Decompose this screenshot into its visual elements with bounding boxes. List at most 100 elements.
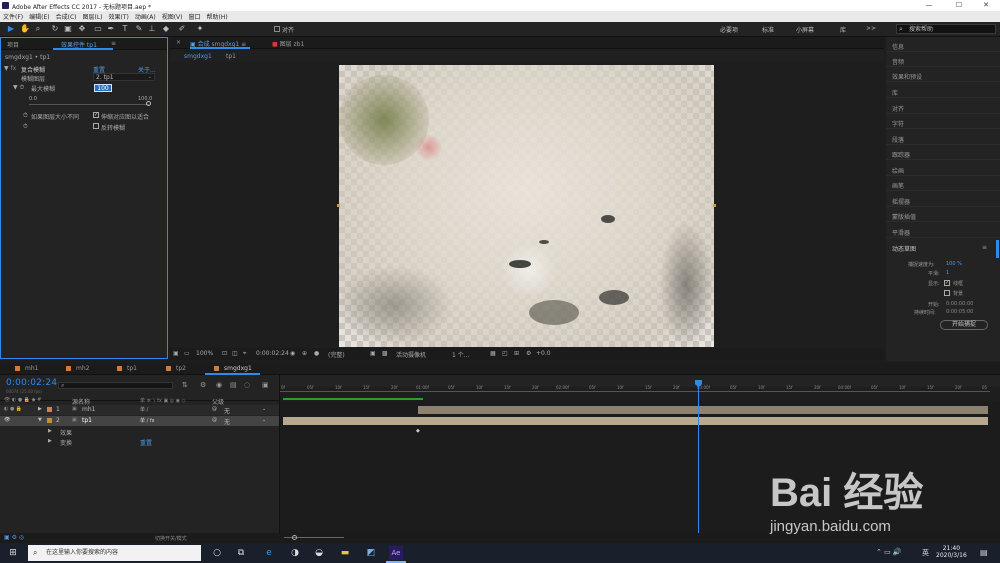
layer-switch-icons[interactable]: ◐ ● 🔒 bbox=[4, 406, 22, 412]
composition-artwork[interactable] bbox=[339, 65, 714, 347]
transform-expand-icon[interactable]: ▶ bbox=[48, 438, 52, 444]
workspace-more-button[interactable]: >> bbox=[866, 25, 876, 32]
rectangle-tool-icon[interactable]: ▭ bbox=[93, 24, 103, 34]
pan-behind-tool-icon[interactable]: ✥ bbox=[77, 24, 87, 34]
transform-group-label[interactable]: 变换 bbox=[60, 438, 72, 447]
views-dropdown[interactable]: 1 个... bbox=[452, 350, 469, 359]
color-icon[interactable]: ● bbox=[314, 350, 319, 357]
pickwhip-icon[interactable]: @ bbox=[212, 406, 217, 412]
max-blur-slider-track[interactable] bbox=[29, 104, 149, 105]
file-explorer-icon[interactable]: ▬ bbox=[338, 546, 352, 560]
always-preview-icon[interactable]: ▣ bbox=[173, 350, 179, 357]
toggle-icon[interactable]: ⌖ bbox=[243, 350, 246, 358]
transparency-icon[interactable]: ▩ bbox=[382, 350, 388, 357]
max-blur-value-field[interactable]: 100 bbox=[94, 84, 112, 92]
panel-libraries[interactable]: 库 bbox=[892, 88, 898, 97]
work-area-bar[interactable] bbox=[280, 391, 990, 392]
invert-checkbox[interactable] bbox=[93, 123, 99, 129]
menu-help[interactable]: 帮助(H) bbox=[207, 12, 228, 21]
shy-layers-icon[interactable]: ◉ bbox=[216, 381, 222, 389]
panel-info[interactable]: 信息 bbox=[892, 42, 904, 51]
capture-speed-value[interactable]: 100 % bbox=[946, 261, 962, 267]
maximize-button[interactable]: ☐ bbox=[945, 1, 973, 10]
panel-align[interactable]: 对齐 bbox=[892, 104, 904, 113]
stretch-checkbox[interactable]: ✓ bbox=[93, 112, 99, 118]
visibility-eye-icon[interactable]: 👁 bbox=[4, 417, 10, 423]
zoom-tool-icon[interactable]: ⌕ bbox=[33, 24, 43, 34]
background-checkbox[interactable] bbox=[944, 290, 950, 296]
workspace-small-screen[interactable]: 小屏幕 bbox=[796, 25, 814, 34]
panel-audio[interactable]: 音频 bbox=[892, 57, 904, 66]
frame-blending-icon[interactable]: ▤ bbox=[230, 381, 237, 389]
invert-stopwatch-icon[interactable]: ⏱ bbox=[23, 123, 28, 131]
pickwhip-icon[interactable]: @ bbox=[212, 417, 217, 423]
subtab-comp[interactable]: smgdxg1 bbox=[184, 53, 212, 60]
keyframe-icon[interactable]: ◆ bbox=[416, 428, 420, 434]
expand-arrow-icon[interactable]: ▼ bbox=[38, 417, 42, 423]
transform-reset-link[interactable]: 重置 bbox=[140, 438, 152, 447]
menu-file[interactable]: 文件(F) bbox=[3, 12, 23, 21]
align-checkbox[interactable] bbox=[274, 26, 280, 32]
menu-window[interactable]: 窗口 bbox=[188, 12, 200, 21]
notification-icon[interactable]: ▤ bbox=[980, 548, 988, 557]
channel-icon[interactable]: ⊕ bbox=[302, 350, 307, 357]
app-icon[interactable]: ◒ bbox=[312, 546, 326, 560]
tray-icons[interactable]: ⌃ ▭ 🔊 bbox=[876, 548, 902, 556]
graph-editor-icon[interactable]: ▣ bbox=[262, 381, 269, 389]
layer-name[interactable]: mh1 bbox=[82, 406, 95, 413]
start-capture-button[interactable]: 开始捕捉 bbox=[940, 320, 988, 330]
camera-tool-icon[interactable]: ▣ bbox=[63, 24, 73, 34]
effect-expand-icon[interactable]: ▼ fx bbox=[4, 65, 16, 72]
footer-icons[interactable]: ▣ ⚙ ◎ bbox=[4, 534, 24, 541]
timeline-tab-mh1[interactable]: mh1 bbox=[25, 365, 38, 372]
zoom-slider-handle[interactable] bbox=[292, 535, 297, 540]
hand-tool-icon[interactable]: ✋ bbox=[20, 24, 30, 34]
workspace-standard[interactable]: 标准 bbox=[762, 25, 774, 34]
current-time-field[interactable]: 0:00:02:24 bbox=[256, 350, 289, 357]
puppet-tool-icon[interactable]: ✦ bbox=[195, 24, 205, 34]
close-button[interactable]: ✕ bbox=[972, 1, 1000, 10]
panel-effects-presets[interactable]: 效果和预设 bbox=[892, 72, 922, 81]
panel-mask-interpolation[interactable]: 蒙版插值 bbox=[892, 212, 916, 221]
layer-name[interactable]: tp1 bbox=[82, 417, 92, 424]
blur-layer-dropdown[interactable]: 2. tp1 ⌄ bbox=[93, 73, 155, 81]
3d-icon[interactable]: ◰ bbox=[502, 350, 508, 357]
parent-dropdown[interactable]: 无 bbox=[224, 406, 230, 415]
camera-dropdown[interactable]: 活动摄像机 bbox=[396, 350, 426, 359]
task-view-icon[interactable]: ⧉ bbox=[234, 546, 248, 560]
menu-animation[interactable]: 动画(A) bbox=[135, 12, 156, 21]
layer-bar-mh1[interactable] bbox=[418, 406, 988, 414]
selection-tool-icon[interactable]: ▶ bbox=[6, 24, 16, 34]
layer-handle-right[interactable] bbox=[713, 204, 716, 207]
expand-arrow-icon[interactable]: ▶ bbox=[38, 406, 42, 412]
resolution-dropdown[interactable]: (完整) bbox=[328, 350, 345, 359]
fit-icon[interactable]: ⊡ bbox=[222, 350, 227, 357]
edge-browser-icon[interactable]: e bbox=[262, 546, 276, 560]
cortana-icon[interactable]: ○ bbox=[210, 546, 224, 560]
clone-stamp-tool-icon[interactable]: ⊥ bbox=[147, 24, 157, 34]
zoom-dropdown[interactable]: 100% bbox=[196, 350, 213, 357]
brush-tool-icon[interactable]: ✎ bbox=[134, 24, 144, 34]
menu-view[interactable]: 视图(V) bbox=[162, 12, 183, 21]
layer-size-stopwatch-icon[interactable]: ⏱ bbox=[23, 112, 28, 120]
exposure-value[interactable]: +0.0 bbox=[536, 350, 551, 357]
wireframe-checkbox[interactable]: ✓ bbox=[944, 280, 950, 286]
current-timecode[interactable]: 0:00:02:24 bbox=[6, 378, 57, 388]
menu-layer[interactable]: 图层(L) bbox=[83, 12, 103, 21]
view-options-icon[interactable]: ▦ bbox=[490, 350, 496, 357]
panel-brushes[interactable]: 画笔 bbox=[892, 181, 904, 190]
comp-mini-flowchart-icon[interactable]: ⇅ bbox=[182, 381, 188, 389]
label-color-icon[interactable] bbox=[47, 418, 52, 423]
timeline-tab-mh2[interactable]: mh2 bbox=[76, 365, 89, 372]
layer-switches-icons[interactable]: 👁 ◐ ● 🔒 ◆ # bbox=[4, 397, 41, 403]
after-effects-taskbar-icon[interactable]: Ae bbox=[389, 546, 403, 560]
panel-paint[interactable]: 绘画 bbox=[892, 166, 904, 175]
timeline-tab-tp2[interactable]: tp2 bbox=[176, 365, 186, 372]
current-time-indicator-line[interactable] bbox=[698, 381, 699, 543]
grid-icon[interactable]: ⊞ bbox=[514, 350, 519, 357]
panel-smoother[interactable]: 平滑器 bbox=[892, 228, 910, 237]
timeline-tab-tp1[interactable]: tp1 bbox=[127, 365, 137, 372]
table-row[interactable]: ◐ ● 🔒 ▶ 1 ▣ mh1 单 / @ 无 ⌄ bbox=[0, 405, 279, 415]
menu-effect[interactable]: 效果(T) bbox=[109, 12, 129, 21]
app-icon[interactable]: ◑ bbox=[288, 546, 302, 560]
